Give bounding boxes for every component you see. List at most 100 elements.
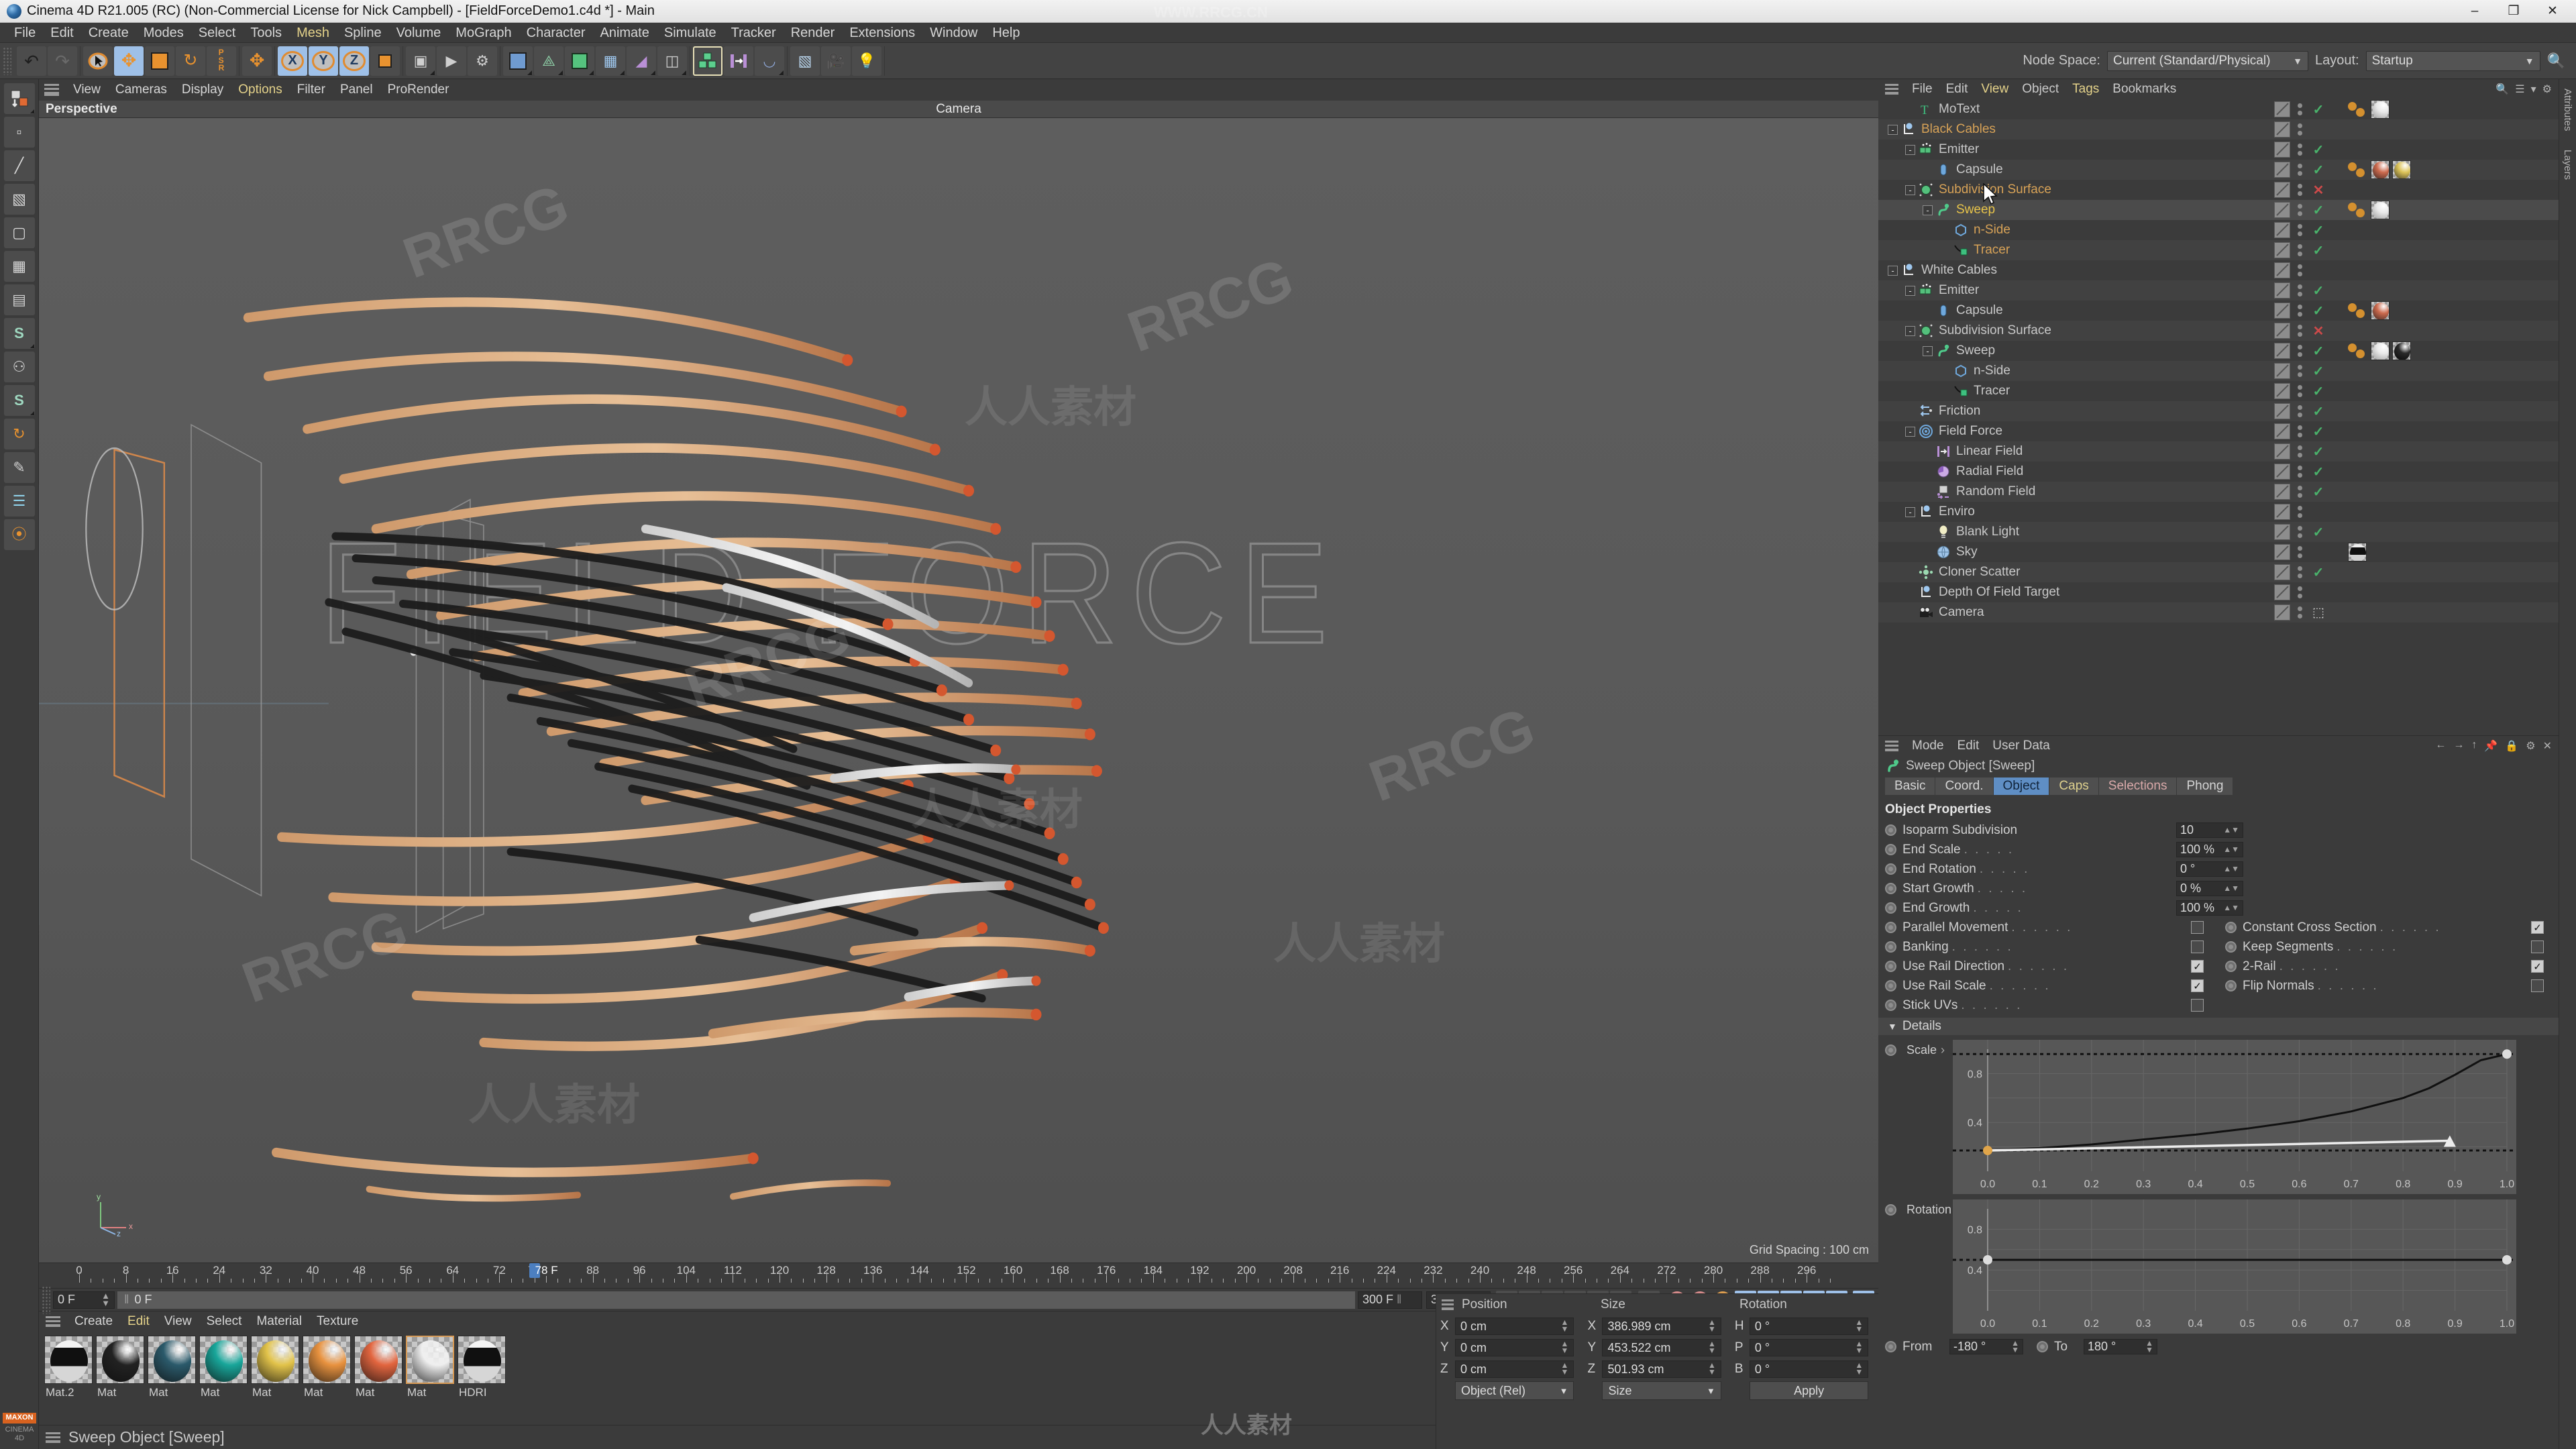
nurbs-button[interactable] [565,46,594,76]
to-field[interactable]: 180 ° ▲ ▼ [2084,1339,2157,1354]
snap-toggle-button[interactable]: S [3,318,35,349]
workplane-button[interactable]: ▤ [3,284,35,315]
object-tree-row[interactable]: Sky [1878,542,2559,562]
object-name[interactable]: Sweep [1956,203,1995,217]
checkbox-cell[interactable]: Use Rail Scale. . . . . . ✓ [1878,976,2218,996]
minimize-button[interactable]: – [2455,1,2494,22]
camera-object-button[interactable]: 🎥 [821,46,851,76]
size-y-field[interactable]: 453.522 cm ▲ ▼ [1602,1339,1721,1356]
mograph-cloner-button[interactable] [693,46,722,76]
toolbar-group-undo[interactable]: ↶ ↷ [14,46,80,76]
material-preview[interactable] [199,1336,248,1384]
material-swatch[interactable]: Mat [354,1336,402,1399]
attr-tab-phong[interactable]: Phong [2177,777,2234,795]
material-menu-create[interactable]: Create [67,1314,120,1329]
disabled-x-icon[interactable]: ✕ [2310,323,2327,339]
enabled-check-icon[interactable]: ✓ [2310,282,2327,299]
visibility-dots[interactable] [2297,184,2303,196]
checkbox[interactable]: ✓ [2191,960,2204,973]
material-tag-icon[interactable] [2371,301,2390,320]
panel-menu-icon[interactable] [1885,741,1898,751]
checkbox[interactable] [2191,999,2204,1012]
object-tree-row[interactable]: Cloner Scatter ✓ [1878,562,2559,582]
render-region-button[interactable]: ▶ [437,46,466,76]
toolbar-grip[interactable] [3,46,11,75]
menu-item-extensions[interactable]: Extensions [842,23,922,43]
visibility-dots[interactable] [2297,506,2303,518]
scrub-handle[interactable]: ‖ [124,1293,134,1307]
visibility-dots[interactable] [2297,365,2303,377]
object-tree-row[interactable]: Linear Field ✓ [1878,441,2559,462]
light-object-button[interactable]: 💡 [852,46,881,76]
material-tag-icon[interactable] [2392,341,2411,360]
panel-menu-icon[interactable] [1442,1299,1454,1310]
rotate-tool-button[interactable]: ↻ [176,46,205,76]
object-name[interactable]: MoText [1939,102,1980,117]
spinner-icon[interactable]: ▲▼ [2141,1339,2153,1354]
material-preview[interactable] [458,1336,506,1384]
node-space-area[interactable]: Node Space: Current (Standard/Physical) … [2023,50,2576,71]
material-tag-icon[interactable] [2371,160,2390,179]
rotation-radio[interactable] [1885,1204,1896,1216]
spinner-icon[interactable]: ▲▼ [1704,1318,1716,1333]
size-mode-select[interactable]: Size ▼ [1602,1381,1721,1400]
visibility-dots[interactable] [2297,103,2303,115]
object-tree-row[interactable]: Capsule ✓ [1878,301,2559,321]
object-tree-row[interactable]: Random Field ✓ [1878,482,2559,502]
object-name[interactable]: Tracer [1974,243,2010,258]
polygon-mode-button[interactable]: ▧ [3,184,35,215]
object-name[interactable]: Friction [1939,404,1980,419]
make-editable-button[interactable] [3,83,35,114]
back-arrow-icon[interactable]: ← [2435,739,2446,753]
material-tag-icon[interactable] [2371,201,2390,219]
object-name[interactable]: Capsule [1956,303,2003,318]
property-radio[interactable] [2225,941,2237,953]
disabled-x-icon[interactable]: ✕ [2310,182,2327,199]
material-swatch[interactable]: Mat.2 [44,1336,93,1399]
layers-button[interactable]: ☰ [3,486,35,517]
filter-icon[interactable]: ☰ [2515,83,2524,96]
visibility-dots[interactable] [2297,486,2303,498]
settings-icon[interactable]: ⚙ [2542,83,2552,96]
property-row[interactable]: End Growth. . . . . 100 % ▲▼ [1878,898,2559,918]
spinner-icon[interactable]: ▲▼ [1557,1361,1569,1376]
checkbox[interactable]: ✓ [2531,960,2544,973]
property-radio[interactable] [1885,824,1896,836]
checkbox-cell[interactable]: Constant Cross Section. . . . . . ✓ [2218,918,2559,937]
attr-menu-user-data[interactable]: User Data [1986,739,2057,753]
object-name[interactable]: n-Side [1974,364,2010,378]
material-menu-material[interactable]: Material [249,1314,309,1329]
texture-tag-icon[interactable] [2348,203,2368,217]
attr-tab-coord[interactable]: Coord. [1935,777,1994,795]
visibility-dots[interactable] [2297,325,2303,337]
close-button[interactable]: ✕ [2533,1,2572,22]
world-coordinates-button[interactable]: ✥ [242,46,272,76]
window-controls[interactable]: – ❐ ✕ [2455,1,2572,22]
object-tag-box[interactable] [2274,262,2290,278]
menu-item-render[interactable]: Render [784,23,843,43]
texture-tag-icon[interactable] [2348,162,2368,177]
visibility-dots[interactable] [2297,526,2303,538]
object-tag-box[interactable] [2274,121,2290,138]
object-tree-row[interactable]: - Black Cables [1878,119,2559,140]
object-tree-row[interactable]: - Field Force ✓ [1878,421,2559,441]
menu-item-help[interactable]: Help [985,23,1027,43]
expand-collapse-icon[interactable]: - [1905,144,1915,155]
object-manager-menu-bar[interactable]: File Edit View Object Tags Bookmarks 🔍 ☰ ▾ ⚙ [1878,79,2559,99]
checkbox-cell[interactable]: 2-Rail. . . . . . ✓ [2218,957,2559,976]
material-tag-icon[interactable] [2392,160,2411,179]
object-tree-row[interactable]: - Subdivision Surface ✕ [1878,321,2559,341]
lock-axis-button[interactable]: ⚇ [3,352,35,382]
object-tag-box[interactable] [2274,202,2290,218]
attr-tab-selections[interactable]: Selections [2098,777,2178,795]
main-toolbar[interactable]: ↶ ↷ ✥ ↻ PSR ✥ X Y Z ▣ ▶ ⚙ ⟁ ▦ ◢ ◫ ◡ ▧ 🎥 … [0,43,2576,79]
render-view-button[interactable]: ▣ [406,46,435,76]
spinner-icon[interactable]: ▲▼ [2219,845,2239,853]
object-name[interactable]: Sweep [1956,343,1995,358]
end-frame-left-field[interactable]: 300 F ‖ [1358,1291,1422,1309]
object-tag-box[interactable] [2274,504,2290,520]
cube-primitive-button[interactable] [503,46,533,76]
axis-y-button[interactable]: Y [309,46,338,76]
checkbox-cell[interactable]: Stick UVs. . . . . . [1878,996,2218,1015]
details-section-header[interactable]: ▼ Details [1878,1018,2559,1035]
